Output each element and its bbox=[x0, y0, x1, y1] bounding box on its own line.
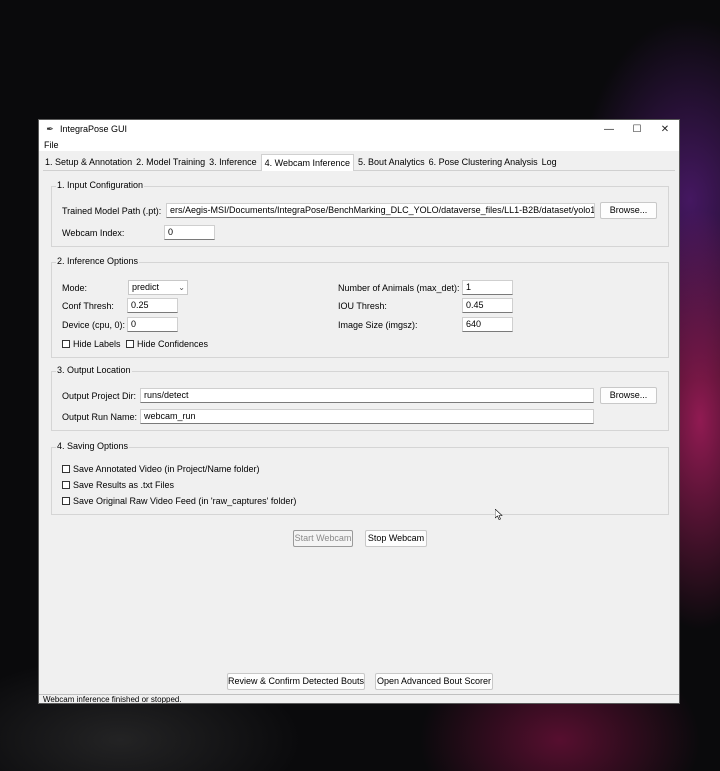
mode-value: predict bbox=[132, 282, 160, 292]
inference-options-group: 2. Inference Options Mode: predict ⌄ Con… bbox=[51, 256, 669, 358]
tab-log[interactable]: Log bbox=[540, 155, 559, 170]
tab-model-training[interactable]: 2. Model Training bbox=[134, 155, 207, 170]
mouse-cursor-icon bbox=[495, 509, 503, 520]
checkbox-box[interactable] bbox=[62, 497, 70, 505]
webcam-index-input[interactable]: 0 bbox=[164, 225, 215, 240]
feather-icon: ✒ bbox=[46, 123, 54, 134]
max-det-label: Number of Animals (max_det): bbox=[338, 283, 460, 293]
minimize-button[interactable]: — bbox=[595, 120, 623, 138]
tab-setup-annotation[interactable]: 1. Setup & Annotation bbox=[43, 155, 134, 170]
checkbox-box[interactable] bbox=[62, 340, 70, 348]
tab-bar: 1. Setup & Annotation 2. Model Training … bbox=[43, 154, 675, 171]
model-path-input[interactable]: ers/Aegis-MSI/Documents/IntegraPose/Benc… bbox=[166, 203, 595, 218]
checkbox-box[interactable] bbox=[126, 340, 134, 348]
conf-thresh-input[interactable]: 0.25 bbox=[127, 298, 178, 313]
run-name-input[interactable]: webcam_run bbox=[140, 409, 594, 424]
output-location-group: 3. Output Location Output Project Dir: r… bbox=[51, 365, 669, 431]
tab-webcam-inference[interactable]: 4. Webcam Inference bbox=[260, 154, 355, 171]
status-bar: Webcam inference finished or stopped. bbox=[39, 694, 679, 703]
max-det-input[interactable]: 1 bbox=[462, 280, 513, 295]
input-config-group: 1. Input Configuration Trained Model Pat… bbox=[51, 180, 669, 247]
webcam-index-label: Webcam Index: bbox=[62, 228, 125, 238]
iou-thresh-input[interactable]: 0.45 bbox=[462, 298, 513, 313]
run-name-label: Output Run Name: bbox=[62, 412, 138, 422]
group-title: 2. Inference Options bbox=[56, 256, 140, 266]
group-title: 1. Input Configuration bbox=[56, 180, 145, 190]
app-window: ✒ IntegraPose GUI — ☐ ✕ File 1. Setup & … bbox=[38, 119, 680, 704]
output-browse-button[interactable]: Browse... bbox=[600, 387, 657, 404]
review-bouts-button[interactable]: Review & Confirm Detected Bouts bbox=[227, 673, 365, 690]
hide-confidences-text: Hide Confidences bbox=[137, 339, 209, 349]
project-dir-input[interactable]: runs/detect bbox=[140, 388, 594, 403]
mode-label: Mode: bbox=[62, 283, 88, 293]
save-video-checkbox[interactable]: Save Annotated Video (in Project/Name fo… bbox=[62, 464, 259, 474]
menu-file[interactable]: File bbox=[44, 140, 59, 150]
close-button[interactable]: ✕ bbox=[651, 120, 679, 138]
project-dir-label: Output Project Dir: bbox=[62, 391, 137, 401]
saving-options-group: 4. Saving Options Save Annotated Video (… bbox=[51, 441, 669, 515]
save-raw-checkbox[interactable]: Save Original Raw Video Feed (in 'raw_ca… bbox=[62, 496, 296, 506]
save-txt-text: Save Results as .txt Files bbox=[73, 480, 175, 490]
maximize-button[interactable]: ☐ bbox=[623, 120, 651, 138]
tab-pose-clustering[interactable]: 6. Pose Clustering Analysis bbox=[427, 155, 540, 170]
webcam-inference-panel: 1. Input Configuration Trained Model Pat… bbox=[43, 171, 677, 667]
save-txt-checkbox[interactable]: Save Results as .txt Files bbox=[62, 480, 174, 490]
menu-bar: File bbox=[39, 138, 679, 151]
hide-labels-checkbox[interactable]: Hide Labels bbox=[62, 339, 121, 349]
hide-confidences-checkbox[interactable]: Hide Confidences bbox=[126, 339, 208, 349]
stop-webcam-button[interactable]: Stop Webcam bbox=[365, 530, 427, 547]
mode-select[interactable]: predict ⌄ bbox=[128, 280, 188, 295]
hide-labels-text: Hide Labels bbox=[73, 339, 121, 349]
window-title: IntegraPose GUI bbox=[60, 124, 128, 134]
model-browse-button[interactable]: Browse... bbox=[600, 202, 657, 219]
conf-thresh-label: Conf Thresh: bbox=[62, 301, 114, 311]
start-webcam-button[interactable]: Start Webcam bbox=[293, 530, 353, 547]
tab-inference[interactable]: 3. Inference bbox=[207, 155, 259, 170]
imgsz-label: Image Size (imgsz): bbox=[338, 320, 418, 330]
advanced-bout-scorer-button[interactable]: Open Advanced Bout Scorer bbox=[375, 673, 493, 690]
tab-bout-analytics[interactable]: 5. Bout Analytics bbox=[356, 155, 427, 170]
title-bar: ✒ IntegraPose GUI — ☐ ✕ bbox=[39, 120, 679, 138]
device-label: Device (cpu, 0): bbox=[62, 320, 126, 330]
group-title: 4. Saving Options bbox=[56, 441, 130, 451]
save-raw-text: Save Original Raw Video Feed (in 'raw_ca… bbox=[73, 496, 297, 506]
model-path-label: Trained Model Path (.pt): bbox=[62, 206, 162, 216]
group-title: 3. Output Location bbox=[56, 365, 132, 375]
save-video-text: Save Annotated Video (in Project/Name fo… bbox=[73, 464, 260, 474]
imgsz-input[interactable]: 640 bbox=[462, 317, 513, 332]
iou-thresh-label: IOU Thresh: bbox=[338, 301, 387, 311]
checkbox-box[interactable] bbox=[62, 481, 70, 489]
bottom-button-bar: Review & Confirm Detected Bouts Open Adv… bbox=[39, 668, 679, 694]
checkbox-box[interactable] bbox=[62, 465, 70, 473]
chevron-down-icon: ⌄ bbox=[178, 283, 185, 292]
device-input[interactable]: 0 bbox=[127, 317, 178, 332]
